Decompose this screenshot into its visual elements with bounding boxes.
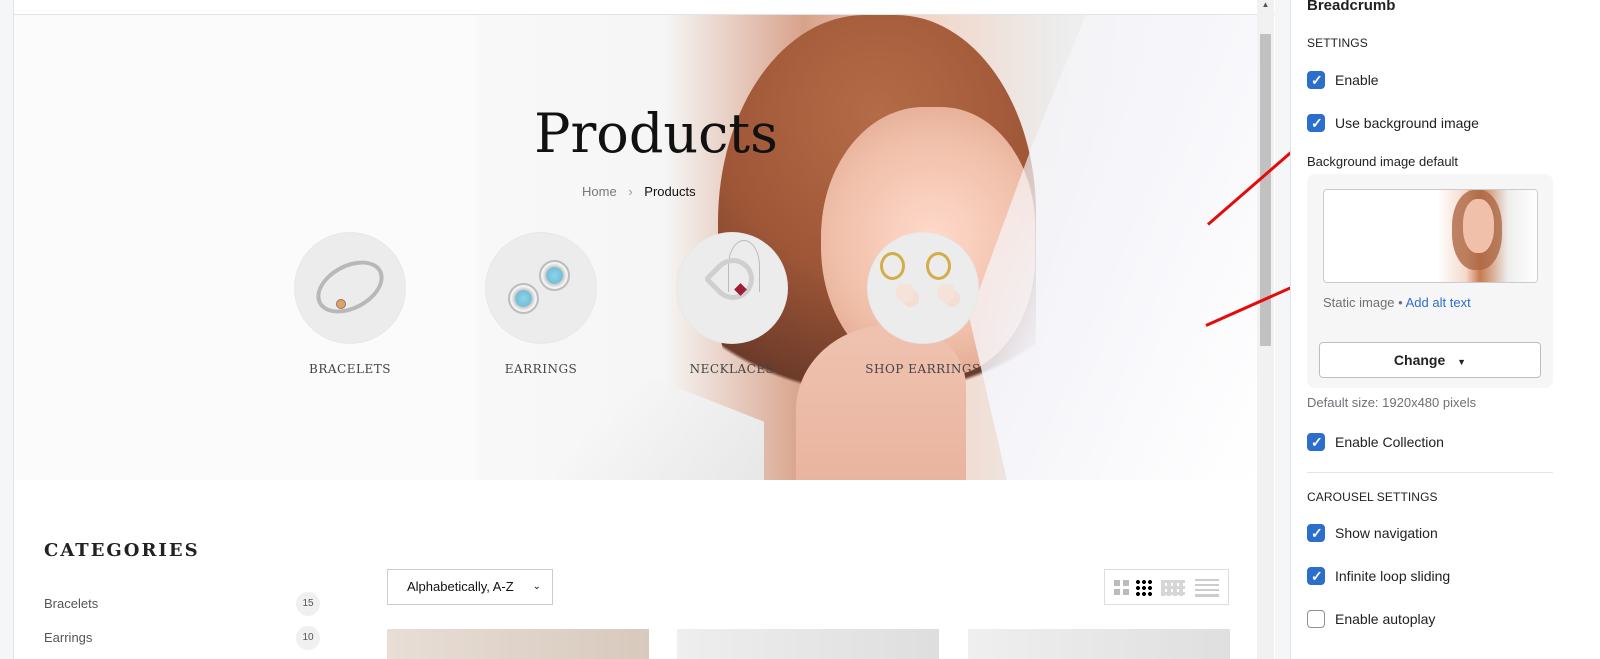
category-label-shop-earrings: SHOP EARRINGS (865, 362, 981, 376)
section-divider (1307, 472, 1553, 473)
theme-preview: Products Home › Products BRACELETS EARRI… (13, 0, 1275, 659)
checkbox-checked-icon[interactable] (1307, 567, 1325, 585)
bracelet-bead-shape (336, 299, 346, 309)
category-label-necklaces: NECKLACES (689, 362, 775, 376)
chevron-down-icon: ⌄ (532, 581, 541, 592)
page-title: Products (534, 102, 778, 165)
category-label-earrings: EARRINGS (504, 362, 578, 376)
background-image-card: Static image • Add alt text Change ▼ (1307, 174, 1553, 388)
background-image-thumbnail[interactable] (1323, 189, 1538, 283)
category-card-earrings[interactable]: EARRINGS (485, 232, 625, 402)
checkbox-unchecked-icon[interactable] (1307, 610, 1325, 628)
category-carousel: BRACELETS EARRINGS NECKLACES SHOP EARRIN… (294, 232, 994, 402)
background-image-label: Background image default (1307, 154, 1459, 169)
breadcrumb: Home › Products (582, 183, 762, 201)
category-link-bracelets[interactable]: Bracelets 15 (44, 592, 320, 616)
image-meta: Static image • Add alt text (1323, 295, 1471, 310)
settings-panel: Breadcrumb SETTINGS Enable Use backgroun… (1290, 0, 1600, 659)
checkbox-label: Infinite loop sliding (1335, 568, 1451, 584)
product-card-image[interactable] (387, 629, 649, 659)
product-card-image[interactable] (677, 629, 939, 659)
bracelet-ring-shape (307, 249, 393, 325)
category-name: Bracelets (44, 596, 99, 611)
panel-title: Breadcrumb (1307, 0, 1396, 14)
categories-heading: CATEGORIES (44, 540, 200, 561)
checkbox-checked-icon[interactable] (1307, 114, 1325, 132)
change-image-button[interactable]: Change ▼ (1319, 342, 1541, 378)
product-view-toggle (1104, 569, 1229, 605)
grid-3-icon[interactable] (1135, 579, 1153, 597)
category-name: Earrings (44, 630, 93, 645)
grid-4-icon[interactable] (1161, 580, 1185, 596)
checkbox-label: Show navigation (1335, 525, 1438, 541)
checkbox-label: Enable autoplay (1335, 611, 1436, 627)
preview-top-bar (14, 0, 1275, 15)
settings-heading: SETTINGS (1307, 36, 1368, 50)
category-count-badge: 15 (296, 592, 320, 616)
checkbox-checked-icon[interactable] (1307, 524, 1325, 542)
necklace-icon (676, 232, 788, 344)
grid-2-icon[interactable] (1114, 580, 1129, 595)
carousel-settings-heading: CAROUSEL SETTINGS (1307, 490, 1438, 504)
category-label-bracelets: BRACELETS (309, 362, 391, 376)
checkbox-label: Enable (1335, 72, 1379, 88)
category-card-shop-earrings[interactable]: SHOP EARRINGS (865, 232, 1007, 402)
product-card-image[interactable] (968, 629, 1230, 659)
breadcrumb-current: Products (644, 184, 696, 199)
checkbox-checked-icon[interactable] (1307, 433, 1325, 451)
category-count-badge: 10 (296, 626, 320, 650)
gold-hoop-right-shape (926, 252, 951, 280)
static-image-label: Static image (1323, 295, 1395, 310)
category-link-earrings[interactable]: Earrings 10 (44, 626, 320, 650)
butterfly-charm-right-shape (937, 284, 955, 302)
caret-down-icon: ▼ (1457, 357, 1467, 367)
checkbox-checked-icon[interactable] (1307, 71, 1325, 89)
hero-banner: Products Home › Products BRACELETS EARRI… (14, 15, 1258, 480)
bracelet-icon (294, 232, 406, 344)
add-alt-text-link[interactable]: Add alt text (1406, 295, 1471, 310)
blue-stud-right-shape (539, 260, 570, 291)
thumbnail-face-image (1463, 199, 1494, 253)
sort-select[interactable]: Alphabetically, A-Z ⌄ (387, 569, 553, 605)
default-size-help: Default size: 1920x480 pixels (1307, 395, 1477, 410)
checkbox-label: Enable Collection (1335, 434, 1444, 450)
category-card-necklaces[interactable]: NECKLACES (676, 232, 816, 402)
sort-selected-value: Alphabetically, A-Z (407, 579, 514, 594)
breadcrumb-home-link[interactable]: Home (582, 184, 617, 199)
category-card-bracelets[interactable]: BRACELETS (294, 232, 434, 402)
scroll-up-icon[interactable]: ▲ (1261, 0, 1270, 10)
breadcrumb-separator-icon: › (628, 184, 633, 199)
earring-hoop-icon (867, 232, 979, 344)
meta-separator: • (1398, 295, 1403, 310)
blue-stud-left-shape (508, 283, 539, 314)
change-button-label: Change (1393, 352, 1446, 368)
list-icon[interactable] (1195, 579, 1219, 597)
checkbox-label: Use background image (1335, 115, 1479, 131)
gold-hoop-left-shape (880, 252, 905, 280)
earring-icon (485, 232, 597, 344)
butterfly-charm-left-shape (896, 284, 914, 302)
